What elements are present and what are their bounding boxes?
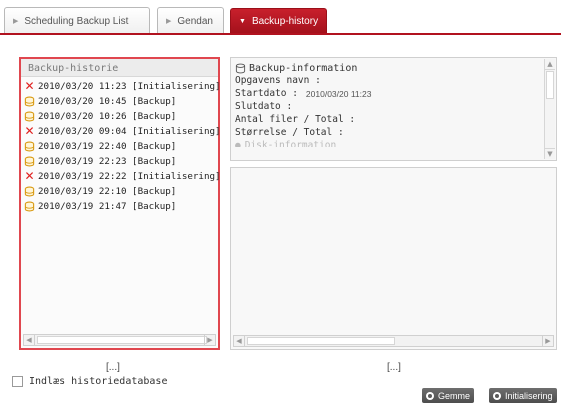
error-x-icon: ✕ [24,169,35,183]
tab-label: Backup-history [251,16,319,27]
history-row-text: 2010/03/20 11:23 [Initialisering] [38,81,221,92]
history-row[interactable]: ✕ 2010/03/20 09:04 [Initialisering] [21,124,221,139]
initialize-button[interactable]: Initialisering [489,388,557,403]
info-label: Antal filer / Total : [235,114,356,125]
database-icon [24,186,35,197]
info-label: Opgavens navn : [235,75,321,86]
history-more-link[interactable]: [...] [106,362,120,373]
info-label: Startdato : [235,88,298,99]
database-icon [235,63,246,73]
save-button-label: Gemme [438,390,471,401]
scrollbar-thumb[interactable] [37,336,207,344]
disk-icon: ● [235,140,241,147]
history-row[interactable]: 2010/03/19 22:10 [Backup] [21,184,218,199]
history-row[interactable]: ✕ 2010/03/19 22:22 [Initialisering] [21,169,221,184]
database-icon [24,156,35,167]
scroll-left-icon[interactable]: ◀ [234,336,245,346]
history-row[interactable]: 2010/03/20 10:26 [Backup] [21,109,218,124]
tab-label: Scheduling Backup List [24,15,129,27]
history-row-text: 2010/03/19 21:47 [Backup] [38,201,177,212]
history-row-text: 2010/03/20 09:04 [Initialisering] [38,126,221,137]
history-row[interactable]: 2010/03/19 21:47 [Backup] [21,199,218,214]
backup-history-panel: Backup-historie ✕ 2010/03/20 11:23 [Initi… [19,57,221,350]
history-row[interactable]: ✕ 2010/03/20 11:23 [Initialisering] [21,79,221,94]
info-vertical-scrollbar[interactable]: ▲ ▼ [544,59,555,159]
error-x-icon: ✕ [24,124,35,138]
backup-information-panel: Backup-information Opgavens navn : Start… [230,57,557,161]
scroll-down-icon[interactable]: ▼ [545,148,555,159]
scroll-up-icon[interactable]: ▲ [545,59,555,70]
tab-scheduling-backup-list[interactable]: ▶ Scheduling Backup List [4,7,150,34]
history-row-text: 2010/03/19 22:23 [Backup] [38,156,177,167]
history-row-text: 2010/03/20 10:26 [Backup] [38,111,177,122]
backup-information-heading: Backup-information [235,62,542,74]
info-label: Størrelse / Total : [235,127,344,138]
chevron-right-icon: ▶ [166,18,172,25]
info-row-end-date: Slutdato : [235,100,542,113]
database-icon [24,96,35,107]
history-row-text: 2010/03/19 22:10 [Backup] [38,186,177,197]
tab-underline [0,33,561,35]
history-row[interactable]: 2010/03/19 22:40 [Backup] [21,139,218,154]
info-label: Slutdato : [235,101,293,112]
backup-history-title: Backup-historie [21,59,218,77]
scrollbar-thumb[interactable] [546,71,554,99]
database-icon [24,141,35,152]
info-row-task-name: Opgavens navn : [235,74,542,87]
load-history-checkbox[interactable] [12,376,23,387]
tab-bar: ▶ Scheduling Backup List ▶ Gendan ▼ Back… [0,0,561,35]
info-row-file-count: Antal filer / Total : [235,113,542,126]
info-row-size: Størrelse / Total : [235,126,542,139]
detail-horizontal-scrollbar[interactable]: ◀ ▶ [233,335,554,347]
initialize-button-label: Initialisering [505,390,553,401]
scrollbar-thumb[interactable] [247,337,395,345]
tab-backup-history[interactable]: ▼ Backup-history [230,8,327,34]
save-button[interactable]: Gemme [422,388,475,403]
backup-detail-panel: ◀ ▶ [230,167,557,350]
circle-icon [426,391,434,400]
history-row[interactable]: 2010/03/20 10:45 [Backup] [21,94,218,109]
chevron-down-icon: ▼ [239,18,246,25]
info-value: 2010/03/20 11:23 [305,88,372,99]
chevron-right-icon: ▶ [13,18,19,25]
history-row-text: 2010/03/20 10:45 [Backup] [38,96,177,107]
tab-label: Gendan [177,15,213,27]
info-row-start-date: Startdato : 2010/03/20 11:23 [235,87,542,100]
database-icon [24,201,35,212]
history-row[interactable]: 2010/03/19 22:23 [Backup] [21,154,218,169]
backup-information-title: Backup-information [249,62,358,74]
history-row-text: 2010/03/19 22:40 [Backup] [38,141,177,152]
error-x-icon: ✕ [24,79,35,93]
tab-gendan[interactable]: ▶ Gendan [157,7,224,34]
backup-history-list: ✕ 2010/03/20 11:23 [Initialisering] 2010/0… [21,77,221,214]
history-horizontal-scrollbar[interactable]: ◀ ▶ [23,334,216,346]
load-history-option[interactable]: Indlæs historiedatabase [12,376,167,387]
detail-more-link[interactable]: [...] [387,362,401,373]
load-history-label: Indlæs historiedatabase [29,376,168,387]
history-row-text: 2010/03/19 22:22 [Initialisering] [38,171,221,182]
info-label: Disk-information [244,140,337,147]
database-icon [24,111,35,122]
scroll-right-icon[interactable]: ▶ [542,336,553,346]
circle-icon [493,391,501,400]
scroll-right-icon[interactable]: ▶ [204,335,215,345]
info-row-disk-cut: ● Disk-information [235,139,542,147]
scroll-left-icon[interactable]: ◀ [24,335,35,345]
